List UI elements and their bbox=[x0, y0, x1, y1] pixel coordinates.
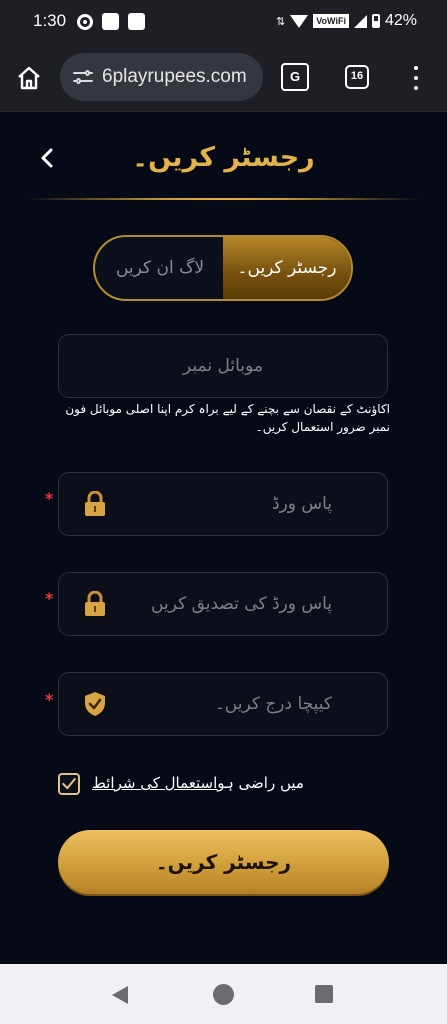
terms-checkbox[interactable] bbox=[58, 773, 80, 795]
required-marker: * bbox=[45, 489, 54, 508]
status-bar: 1:30 ⇅ VoWiFi 42% bbox=[0, 0, 447, 44]
mobile-hint: اکاؤنٹ کے نقصان سے بچنے کے لیے براہ کرم … bbox=[65, 402, 390, 434]
url-text[interactable]: 6playrupees.com bbox=[102, 66, 258, 88]
status-indicators: ⇅ VoWiFi 42% bbox=[276, 12, 417, 30]
signal-icon bbox=[353, 14, 367, 28]
more-menu-icon[interactable] bbox=[410, 66, 422, 90]
status-time: 1:30 bbox=[33, 11, 67, 30]
address-bar[interactable]: 6playrupees.com bbox=[60, 53, 263, 101]
tab-login[interactable]: لاگ ان کریں bbox=[95, 237, 225, 299]
tab-register[interactable]: رجسٹر کریں۔ bbox=[223, 237, 351, 299]
auth-mode-toggle: لاگ ان کریں رجسٹر کریں۔ bbox=[93, 235, 353, 301]
terms-agreement: میں راضی ہواستعمال کی شرائط bbox=[58, 770, 348, 798]
tab-switcher-button[interactable]: 16 bbox=[345, 65, 369, 89]
title-divider bbox=[28, 198, 419, 200]
required-marker: * bbox=[45, 690, 54, 709]
notification-icon bbox=[128, 13, 145, 30]
register-submit-button[interactable]: رجسٹر کریں۔ bbox=[58, 830, 389, 894]
terms-text: میں راضی ہواستعمال کی شرائط bbox=[92, 774, 304, 792]
wifi-icon bbox=[290, 14, 309, 28]
required-marker: * bbox=[45, 589, 54, 608]
battery-icon bbox=[371, 14, 380, 28]
mobile-field bbox=[58, 334, 388, 398]
chrome-notification-icon bbox=[77, 14, 93, 30]
password-input[interactable] bbox=[59, 473, 387, 535]
password-field bbox=[58, 472, 388, 536]
nav-home-icon[interactable] bbox=[213, 984, 234, 1005]
data-arrows-icon: ⇅ bbox=[276, 15, 286, 28]
captcha-field bbox=[58, 672, 388, 736]
home-icon[interactable] bbox=[16, 66, 42, 90]
browser-toolbar: 6playrupees.com G 16 bbox=[0, 44, 447, 112]
terms-prefix: میں راضی ہو bbox=[217, 774, 304, 792]
site-settings-icon[interactable] bbox=[73, 70, 93, 84]
vowifi-badge: VoWiFi bbox=[313, 14, 349, 28]
battery-level: 42% bbox=[384, 12, 417, 29]
mobile-number-input[interactable] bbox=[59, 335, 387, 397]
translate-icon[interactable]: G bbox=[281, 63, 309, 91]
nav-back-icon[interactable] bbox=[112, 986, 128, 1004]
confirm-password-input[interactable] bbox=[59, 573, 387, 635]
nav-recents-icon[interactable] bbox=[315, 985, 333, 1003]
notification-icon bbox=[102, 13, 119, 30]
page-title: رجسٹر کریں۔ bbox=[132, 142, 315, 173]
captcha-input[interactable] bbox=[59, 673, 387, 735]
terms-link[interactable]: استعمال کی شرائط bbox=[92, 774, 217, 792]
system-navigation-bar bbox=[0, 964, 447, 1024]
confirm-password-field bbox=[58, 572, 388, 636]
